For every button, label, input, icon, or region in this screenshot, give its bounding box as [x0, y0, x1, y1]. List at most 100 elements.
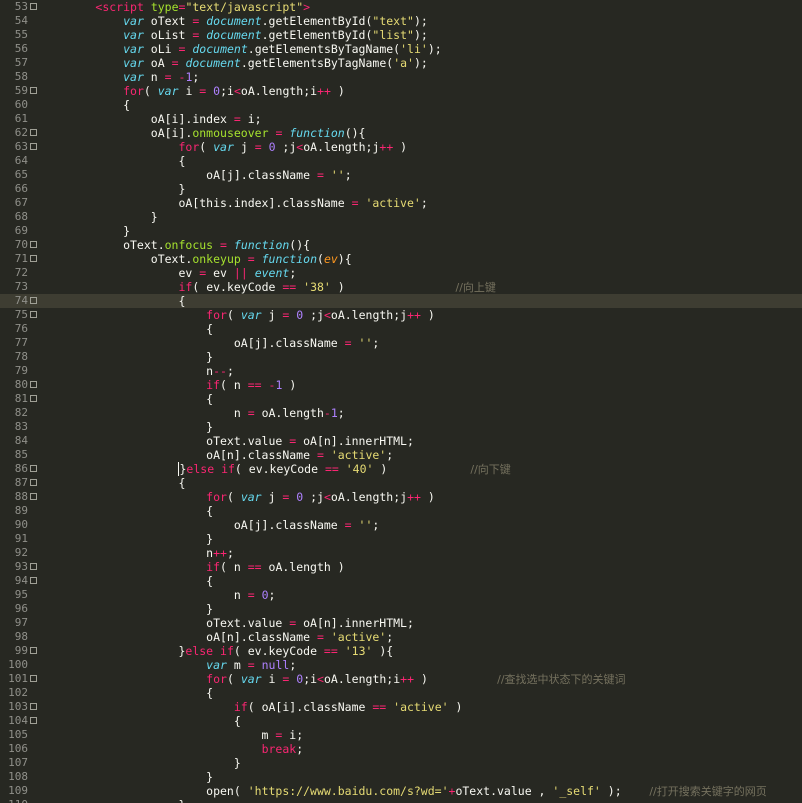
fold-toggle-icon[interactable]: [30, 493, 37, 500]
code-line[interactable]: 96 }: [0, 602, 802, 616]
html-tag: <script: [95, 0, 144, 14]
fold-toggle-icon[interactable]: [30, 395, 37, 402]
code-line[interactable]: 73 if( ev.keyCode == '38' ) //向上键: [0, 280, 802, 294]
code-line[interactable]: 71 oText.onkeyup = function(ev){: [0, 252, 802, 266]
code-line[interactable]: 92 n++;: [0, 546, 802, 560]
code-line[interactable]: 53 <script type="text/javascript">: [0, 0, 802, 14]
code-line[interactable]: 99 }else if( ev.keyCode == '13' ){: [0, 644, 802, 658]
code-line[interactable]: 107 }: [0, 756, 802, 770]
code-line[interactable]: 94 {: [0, 574, 802, 588]
code-line[interactable]: 68 }: [0, 210, 802, 224]
code-line[interactable]: 93 if( n == oA.length ): [0, 560, 802, 574]
fold-toggle-icon[interactable]: [30, 563, 37, 570]
fold-toggle-icon[interactable]: [30, 381, 37, 388]
code-line[interactable]: 64 {: [0, 154, 802, 168]
code-text: ): [373, 462, 471, 476]
fold-toggle-icon[interactable]: [30, 143, 37, 150]
code-line[interactable]: 62 oA[i].onmouseover = function(){: [0, 126, 802, 140]
code-line[interactable]: 80 if( n == -1 ): [0, 378, 802, 392]
code-line[interactable]: 55 var oList = document.getElementById("…: [0, 28, 802, 42]
code-line[interactable]: 58 var n = -1;: [0, 70, 802, 84]
fold-toggle-icon[interactable]: [30, 647, 37, 654]
fold-toggle-icon[interactable]: [30, 241, 37, 248]
code-line[interactable]: 65 oA[j].className = '';: [0, 168, 802, 182]
code-line[interactable]: 67 oA[this.index].className = 'active';: [0, 196, 802, 210]
control-keyword: if: [233, 700, 248, 714]
control-keyword: if: [221, 462, 235, 476]
fold-toggle-icon[interactable]: [30, 465, 37, 472]
fold-toggle-icon[interactable]: [30, 3, 37, 10]
code-line[interactable]: 102 {: [0, 686, 802, 700]
code-line[interactable]: 100 var m = null;: [0, 658, 802, 672]
code-line[interactable]: 81 {: [0, 392, 802, 406]
code-line[interactable]: 56 var oLi = document.getElementsByTagNa…: [0, 42, 802, 56]
fold-toggle-icon[interactable]: [30, 87, 37, 94]
code-line[interactable]: 63 for( var j = 0 ;j<oA.length;j++ ): [0, 140, 802, 154]
string-literal: '_self': [552, 784, 601, 798]
code-text: ): [330, 84, 345, 98]
string-literal: 'active': [365, 196, 421, 210]
code-line[interactable]: 87 {: [0, 476, 802, 490]
code-line[interactable]: 57 var oA = document.getElementsByTagNam…: [0, 56, 802, 70]
code-line[interactable]: 76 {: [0, 322, 802, 336]
code-line[interactable]: 105 m = i;: [0, 728, 802, 742]
fold-toggle-icon[interactable]: [30, 479, 37, 486]
fold-toggle-icon[interactable]: [30, 703, 37, 710]
code-line[interactable]: 88 for( var j = 0 ;j<oA.length;j++ ): [0, 490, 802, 504]
code-line[interactable]: 83 }: [0, 420, 802, 434]
code-line[interactable]: 61 oA[i].index = i;: [0, 112, 802, 126]
code-line[interactable]: 72 ev = ev || event;: [0, 266, 802, 280]
code-content: for( var j = 0 ;j<oA.length;j++ ): [40, 308, 435, 322]
code-line[interactable]: 84 oText.value = oA[n].innerHTML;: [0, 434, 802, 448]
operator: ++: [317, 84, 331, 98]
string-literal: '13': [344, 644, 373, 658]
code-editor[interactable]: 53 <script type="text/javascript"> 54 var…: [0, 0, 802, 803]
code-line[interactable]: 89 {: [0, 504, 802, 518]
code-content: }: [40, 224, 130, 238]
code-text: ( n: [220, 378, 248, 392]
code-text: oA.length: [254, 406, 324, 420]
fold-toggle-icon[interactable]: [30, 717, 37, 724]
line-number: 107: [8, 756, 28, 769]
code-line[interactable]: 91 }: [0, 532, 802, 546]
code-line[interactable]: 104 {: [0, 714, 802, 728]
fold-toggle-icon[interactable]: [30, 255, 37, 262]
code-line[interactable]: 90 oA[j].className = '';: [0, 518, 802, 532]
code-line[interactable]: 75 for( var j = 0 ;j<oA.length;j++ ): [0, 308, 802, 322]
code-line[interactable]: 101 for( var i = 0;i<oA.length;i++ ) //查…: [0, 672, 802, 686]
code-line[interactable]: 97 oText.value = oA[n].innerHTML;: [0, 616, 802, 630]
code-line[interactable]: 108 }: [0, 770, 802, 784]
code-text: (: [226, 490, 241, 504]
code-line[interactable]: 86 }else if( ev.keyCode == '40' ) //向下键: [0, 462, 802, 476]
code-line[interactable]: 78 }: [0, 350, 802, 364]
fold-toggle-icon[interactable]: [30, 675, 37, 682]
fold-toggle-icon[interactable]: [30, 297, 37, 304]
fold-toggle-icon[interactable]: [30, 577, 37, 584]
code-line[interactable]: 70 oText.onfocus = function(){: [0, 238, 802, 252]
operator: --: [213, 364, 227, 378]
code-text: ): [282, 378, 297, 392]
code-line[interactable]: 59 for( var i = 0;i<oA.length;i++ ): [0, 84, 802, 98]
fold-toggle-icon[interactable]: [30, 311, 37, 318]
fold-toggle-icon[interactable]: [30, 129, 37, 136]
code-line[interactable]: 110 }...: [0, 798, 802, 803]
code-line[interactable]: 69 }: [0, 224, 802, 238]
code-line[interactable]: 74 {: [0, 294, 802, 308]
code-line[interactable]: 77 oA[j].className = '';: [0, 336, 802, 350]
code-line[interactable]: 82 n = oA.length-1;: [0, 406, 802, 420]
code-line[interactable]: 79 n--;: [0, 364, 802, 378]
code-line[interactable]: 98 oA[n].className = 'active';: [0, 630, 802, 644]
code-line[interactable]: 66 }: [0, 182, 802, 196]
code-line[interactable]: 103 if( oA[i].className == 'active' ): [0, 700, 802, 714]
code-line[interactable]: 106 break;: [0, 742, 802, 756]
code-content: oText.value = oA[n].innerHTML;: [40, 434, 414, 448]
code-line[interactable]: 85 oA[n].className = 'active';: [0, 448, 802, 462]
code-line[interactable]: 54 var oText = document.getElementById("…: [0, 14, 802, 28]
code-line[interactable]: 60 {: [0, 98, 802, 112]
code-line[interactable]: 109 open( 'https://www.baidu.com/s?wd='+…: [0, 784, 802, 798]
code-line[interactable]: 95 n = 0;: [0, 588, 802, 602]
